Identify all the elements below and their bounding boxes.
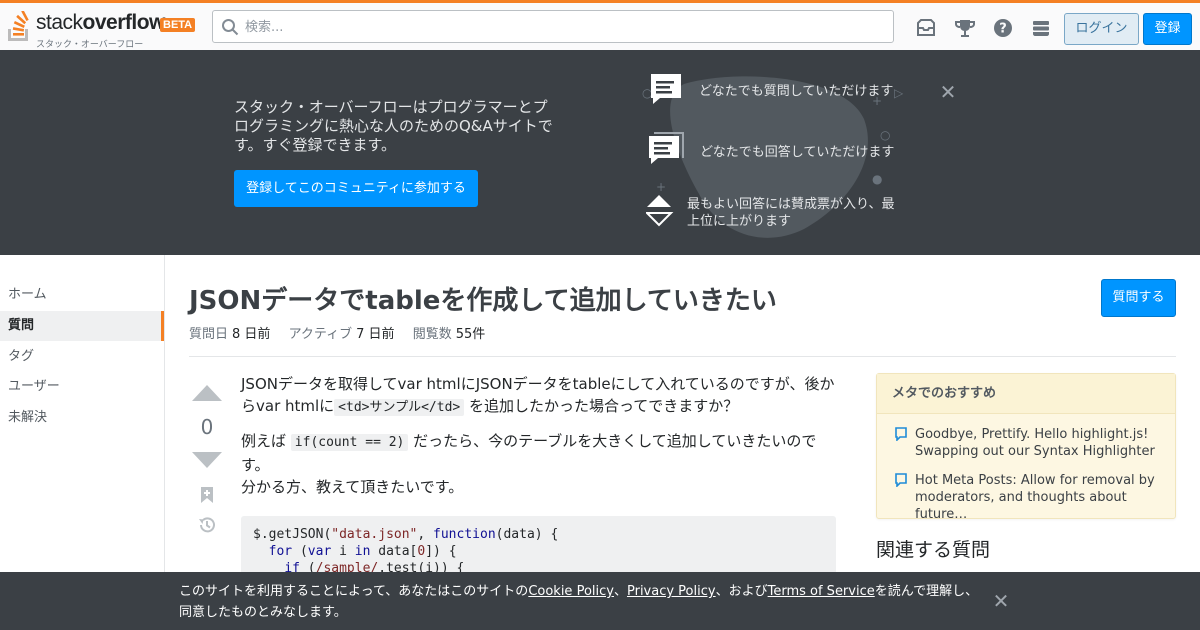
- question-title[interactable]: JSONデータでtableを作成して追加していきたい: [189, 280, 777, 317]
- achievements-icon[interactable]: [954, 17, 976, 39]
- site-logo[interactable]: stackoverflow BETA スタック・オーバーフロー: [8, 9, 198, 50]
- cookie-policy-link[interactable]: Cookie Policy: [528, 584, 614, 599]
- question-bubble-icon: [651, 74, 681, 104]
- top-bar: stackoverflow BETA スタック・オーバーフロー ? ログイン 登…: [0, 0, 1200, 50]
- inbox-icon[interactable]: [915, 17, 937, 39]
- cookie-close-icon[interactable]: ✕: [990, 589, 1012, 613]
- privacy-policy-link[interactable]: Privacy Policy: [627, 584, 716, 599]
- cookie-notice-text: このサイトを利用することによって、あなたはこのサイトのCookie Policy…: [179, 584, 979, 620]
- search-icon: [222, 19, 239, 36]
- nav-item-tags[interactable]: タグ: [0, 342, 164, 372]
- feature-text: どなたでも回答していただけます: [700, 145, 895, 160]
- terms-of-service-link[interactable]: Terms of Service: [768, 584, 875, 599]
- meta-box-title: メタでのおすすめ: [877, 374, 1175, 414]
- hero-description: スタック・オーバーフローはプログラマーとプログラミングに熱心な人のためのQ&Aサ…: [234, 98, 553, 154]
- meta-post-icon: [895, 473, 907, 487]
- asked-value[interactable]: 8 日前: [232, 327, 270, 342]
- nav-item-home[interactable]: ホーム: [0, 280, 164, 310]
- downvote-arrow-icon[interactable]: [192, 452, 222, 470]
- join-community-button[interactable]: 登録してこのコミュニティに参加する: [234, 170, 478, 207]
- svg-text:?: ?: [999, 22, 1007, 37]
- nav-item-questions[interactable]: 質問: [0, 311, 164, 341]
- search-box: [212, 10, 894, 43]
- active-label: アクティブ: [288, 327, 353, 342]
- login-button[interactable]: ログイン: [1064, 13, 1139, 45]
- question-body: JSONデータを取得してvar htmlにJSONデータをtableにして入れて…: [241, 373, 837, 509]
- post-paragraph: 例えば if(count == 2) だったら、今のテーブルを大きくして追加して…: [241, 432, 817, 496]
- search-input[interactable]: [245, 15, 885, 39]
- meta-featured-box: メタでのおすすめ Goodbye, Prettify. Hello highli…: [876, 373, 1176, 522]
- logo-subtitle: スタック・オーバーフロー: [36, 40, 144, 50]
- meta-post-icon: [895, 427, 907, 441]
- stack-logo-icon: [8, 11, 29, 41]
- feature-text: どなたでも質問していただけます: [699, 84, 894, 99]
- beta-badge: BETA: [160, 18, 196, 32]
- cookie-banner: このサイトを利用することによって、あなたはこのサイトのCookie Policy…: [0, 572, 1200, 630]
- vote-count: 0: [200, 415, 214, 439]
- hero-deco-circle: ○: [880, 128, 891, 142]
- asked-label: 質問日: [189, 327, 229, 342]
- inline-code: <td>サンプル</td>: [334, 399, 465, 416]
- related-questions-heading: 関連する質問: [876, 539, 991, 561]
- bookmark-icon[interactable]: [200, 486, 214, 504]
- feature-text: 最もよい回答には賛成票が入り、最上位に上がります: [687, 197, 895, 229]
- logo-wordmark: stackoverflow: [36, 11, 165, 34]
- vote-arrows-icon: [646, 195, 674, 227]
- answer-bubble-icon: [649, 132, 684, 164]
- help-icon[interactable]: ?: [992, 17, 1014, 39]
- header-divider: [189, 356, 1176, 357]
- nav-item-users[interactable]: ユーザー: [0, 372, 164, 402]
- welcome-hero: ○ + ▷ ○ ● + スタック・オーバーフローはプログラマーとプログラミングに…: [0, 50, 1200, 255]
- upvote-arrow-icon[interactable]: [192, 383, 222, 401]
- views-value: 55件: [455, 327, 486, 342]
- hero-deco-dot: ●: [872, 172, 883, 186]
- question-stats: 質問日 8 日前 アクティブ 7 日前 閲覧数 55件: [189, 323, 499, 342]
- nav-item-unanswered[interactable]: 未解決: [0, 403, 164, 433]
- inline-code: if(count == 2): [290, 434, 409, 451]
- post-paragraph: JSONデータを取得してvar htmlにJSONデータをtableにして入れて…: [241, 375, 835, 416]
- hero-close-icon[interactable]: ✕: [938, 80, 958, 104]
- meta-link[interactable]: Hot Meta Posts: Allow for removal by mod…: [915, 472, 1161, 523]
- history-icon[interactable]: [197, 515, 217, 535]
- active-value[interactable]: 7 日前: [356, 327, 394, 342]
- site-switcher-icon[interactable]: [1030, 17, 1052, 39]
- views-label: 閲覧数: [412, 327, 452, 342]
- meta-link[interactable]: Goodbye, Prettify. Hello highlight.js! S…: [915, 426, 1161, 460]
- ask-question-button[interactable]: 質問する: [1101, 279, 1176, 317]
- signup-button[interactable]: 登録: [1143, 13, 1192, 45]
